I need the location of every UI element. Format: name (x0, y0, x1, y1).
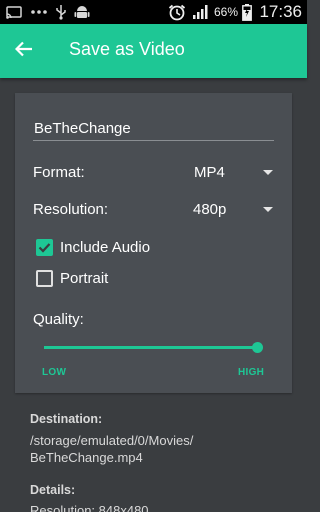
chevron-down-icon (263, 170, 273, 175)
signal-icon (191, 4, 209, 20)
clock-time: 17:36 (259, 2, 302, 21)
destination-title: Destination: (30, 412, 103, 426)
page-title: Save as Video (69, 39, 185, 59)
destination-path-line1: /storage/emulated/0/Movies/ (30, 433, 194, 448)
resolution-select[interactable]: 480p (185, 196, 280, 222)
portrait-label[interactable]: Portrait (60, 270, 108, 287)
video-name-value: BeTheChange (34, 120, 131, 137)
resolution-value: 480p (193, 201, 227, 218)
back-button[interactable] (10, 37, 38, 65)
quality-slider-track (44, 346, 258, 349)
usb-icon (54, 4, 68, 20)
include-audio-label[interactable]: Include Audio (60, 239, 150, 256)
format-select[interactable]: MP4 (185, 159, 280, 185)
arrow-left-icon (14, 41, 33, 62)
status-bar: 66% 17:36 (0, 0, 307, 24)
quality-label: Quality: (33, 311, 84, 328)
quality-high-label: HIGH (238, 367, 265, 378)
alarm-clock-icon (167, 4, 187, 20)
cast-icon (5, 4, 23, 20)
quality-slider-thumb[interactable] (252, 342, 263, 353)
portrait-checkbox[interactable] (36, 270, 53, 287)
destination-path-line2: BeTheChange.mp4 (30, 450, 143, 465)
video-name-field[interactable]: BeTheChange (33, 115, 274, 141)
format-label: Format: (33, 164, 85, 181)
details-title: Details: (30, 483, 76, 497)
details-resolution: Resolution: 848x480 (30, 503, 149, 512)
android-icon (73, 4, 91, 20)
quality-low-label: LOW (42, 367, 67, 378)
more-dots-icon (30, 4, 48, 20)
check-icon (38, 243, 51, 253)
resolution-label: Resolution: (33, 201, 109, 218)
quality-slider[interactable] (44, 342, 263, 354)
battery-charging-icon (241, 3, 253, 21)
battery-percent: 66% (213, 5, 238, 19)
format-value: MP4 (194, 164, 225, 181)
chevron-down-icon (263, 207, 273, 212)
settings-card: BeTheChange Format: MP4 Resolution: 480p… (15, 93, 292, 393)
include-audio-checkbox[interactable] (36, 239, 53, 256)
app-bar: Save as Video (0, 24, 307, 78)
